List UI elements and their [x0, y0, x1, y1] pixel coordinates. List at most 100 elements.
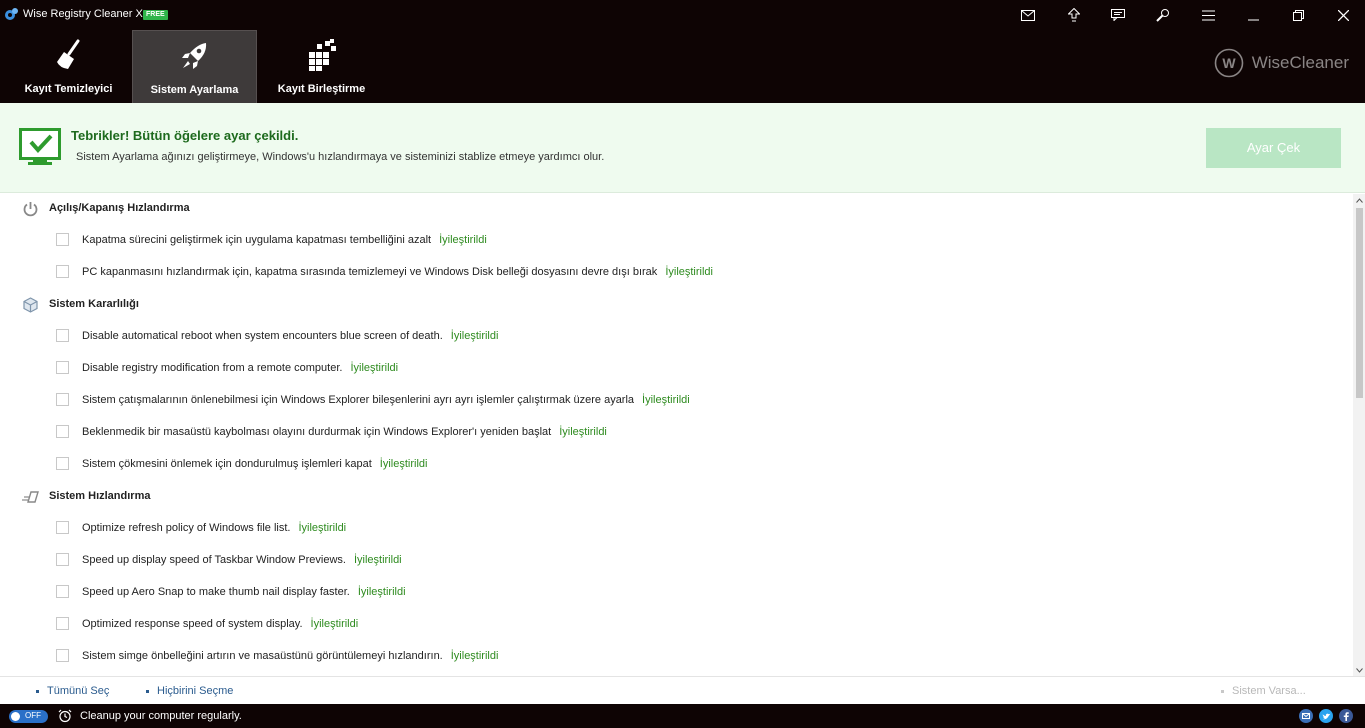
- minimize-button[interactable]: [1231, 0, 1275, 30]
- cube-icon: [23, 297, 38, 313]
- list-item: PC kapanmasını hızlandırmak için, kapatm…: [0, 261, 1353, 283]
- list-item: Sistem simge önbelleğini artırın ve masa…: [0, 645, 1353, 667]
- item-checkbox[interactable]: [56, 425, 69, 438]
- list-item: Speed up Aero Snap to make thumb nail di…: [0, 581, 1353, 603]
- item-status: İyileştirildi: [642, 394, 690, 406]
- blocks-icon: [308, 39, 336, 71]
- item-label: Sistem çatışmalarının önlenebilmesi için…: [82, 394, 635, 406]
- item-checkbox[interactable]: [56, 233, 69, 246]
- bullet-icon: [1221, 689, 1224, 693]
- tab-system-tuneup[interactable]: Sistem Ayarlama: [132, 30, 257, 103]
- list-item: Disable registry modification from a rem…: [0, 357, 1353, 379]
- scroll-up-button[interactable]: [1353, 194, 1365, 206]
- select-all-label: Tümünü Seç: [47, 685, 110, 697]
- toggle-label: OFF: [25, 711, 41, 720]
- item-label: Optimize refresh policy of Windows file …: [82, 522, 291, 534]
- section-title: Sistem Kararlılığı: [49, 298, 139, 310]
- item-checkbox[interactable]: [56, 329, 69, 342]
- power-icon: [23, 202, 38, 217]
- maximize-button[interactable]: [1276, 0, 1320, 30]
- title-bar: Wise Registry Cleaner X FREE: [0, 0, 1365, 30]
- item-status: İyileştirildi: [353, 554, 402, 566]
- system-default-label: Sistem Varsa...: [1232, 685, 1306, 697]
- list-item: Optimize refresh policy of Windows file …: [0, 517, 1353, 539]
- item-checkbox[interactable]: [56, 585, 69, 598]
- item-checkbox[interactable]: [56, 649, 69, 662]
- item-label: Speed up Aero Snap to make thumb nail di…: [82, 586, 350, 598]
- maximize-icon: [1292, 9, 1304, 21]
- section-title: Sistem Hızlandırma: [49, 490, 151, 502]
- email-icon: [1302, 713, 1310, 719]
- upgrade-icon: [1068, 8, 1080, 22]
- facebook-button[interactable]: [1339, 709, 1353, 723]
- status-banner: Tebrikler! Bütün öğelere ayar çekildi. S…: [0, 103, 1365, 193]
- item-status: İyileştirildi: [350, 362, 399, 374]
- item-label: Beklenmedik bir masaüstü kaybolması olay…: [82, 426, 552, 438]
- item-label: Sistem simge önbelleğini artırın ve masa…: [82, 650, 443, 662]
- app-title: Wise Registry Cleaner X: [23, 8, 143, 20]
- item-status: İyileştirildi: [439, 234, 487, 246]
- list-item: Optimized response speed of system displ…: [0, 613, 1353, 635]
- status-bar: OFF Cleanup your computer regularly.: [0, 704, 1365, 728]
- list-item: Sistem çatışmalarının önlenebilmesi için…: [0, 389, 1353, 411]
- scroll-down-button[interactable]: [1353, 664, 1365, 676]
- email-share-button[interactable]: [1299, 709, 1313, 723]
- select-none-link[interactable]: Hiçbirini Seçme: [146, 685, 233, 697]
- list-item: Sistem çökmesini önlemek için dondurulmu…: [0, 453, 1353, 475]
- twitter-icon: [1322, 713, 1330, 719]
- banner-title: Tebrikler! Bütün öğelere ayar çekildi.: [71, 128, 299, 143]
- app-logo-icon: [5, 8, 18, 20]
- apply-tuneup-button[interactable]: Ayar Çek: [1206, 128, 1341, 168]
- bullet-icon: [36, 689, 39, 693]
- item-label: PC kapanmasını hızlandırmak için, kapatm…: [82, 266, 658, 278]
- item-label: Optimized response speed of system displ…: [82, 618, 303, 630]
- alarm-clock-icon: [58, 709, 72, 723]
- scroll-thumb[interactable]: [1356, 208, 1363, 398]
- settings-button[interactable]: [1141, 0, 1185, 30]
- menu-button[interactable]: [1186, 0, 1230, 30]
- nav-bar: Kayıt Temizleyici Sistem Ayarlama Kayıt …: [0, 30, 1365, 103]
- brand-name: WiseCleaner: [1251, 53, 1349, 72]
- chevron-down-icon: [1355, 667, 1363, 673]
- vertical-scrollbar[interactable]: [1353, 194, 1365, 676]
- item-label: Kapatma sürecini geliştirmek için uygula…: [82, 234, 432, 246]
- auto-clean-toggle[interactable]: OFF: [9, 710, 48, 723]
- menu-icon: [1201, 10, 1215, 20]
- tab-registry-defrag[interactable]: Kayıt Birleştirme: [259, 30, 384, 103]
- system-default-link[interactable]: Sistem Varsa...: [1221, 685, 1306, 697]
- item-checkbox[interactable]: [56, 457, 69, 470]
- facebook-icon: [1343, 711, 1349, 721]
- upgrade-button[interactable]: [1052, 0, 1096, 30]
- section-system-speedup: Sistem Hızlandırma: [0, 482, 1353, 510]
- tab-registry-cleaner[interactable]: Kayıt Temizleyici: [6, 30, 131, 103]
- mail-button[interactable]: [1006, 0, 1050, 30]
- close-button[interactable]: [1321, 0, 1365, 30]
- item-status: İyileştirildi: [559, 426, 607, 438]
- item-checkbox[interactable]: [56, 521, 69, 534]
- brand: W WiseCleaner: [1214, 48, 1349, 78]
- item-checkbox[interactable]: [56, 553, 69, 566]
- feedback-button[interactable]: [1096, 0, 1140, 30]
- item-label: Speed up display speed of Taskbar Window…: [82, 554, 346, 566]
- bullet-icon: [146, 689, 149, 693]
- item-status: İyileştirildi: [450, 330, 499, 342]
- item-status: İyileştirildi: [298, 522, 347, 534]
- chevron-up-icon: [1355, 197, 1363, 203]
- twitter-button[interactable]: [1319, 709, 1333, 723]
- section-startup-shutdown: Açılış/Kapanış Hızlandırma: [0, 194, 1353, 222]
- item-checkbox[interactable]: [56, 361, 69, 374]
- rocket-icon: [181, 43, 206, 69]
- select-none-label: Hiçbirini Seçme: [157, 685, 234, 697]
- item-status: İyileştirildi: [450, 650, 499, 662]
- item-status: İyileştirildi: [665, 266, 713, 278]
- item-label: Disable automatical reboot when system e…: [82, 330, 443, 342]
- list-item: Speed up display speed of Taskbar Window…: [0, 549, 1353, 571]
- close-icon: [1337, 9, 1349, 21]
- item-label: Sistem çökmesini önlemek için dondurulmu…: [82, 458, 372, 470]
- item-checkbox[interactable]: [56, 265, 69, 278]
- select-all-link[interactable]: Tümünü Seç: [36, 685, 109, 697]
- item-checkbox[interactable]: [56, 617, 69, 630]
- item-checkbox[interactable]: [56, 393, 69, 406]
- settings-icon: [1156, 9, 1169, 22]
- item-status: İyileştirildi: [357, 586, 406, 598]
